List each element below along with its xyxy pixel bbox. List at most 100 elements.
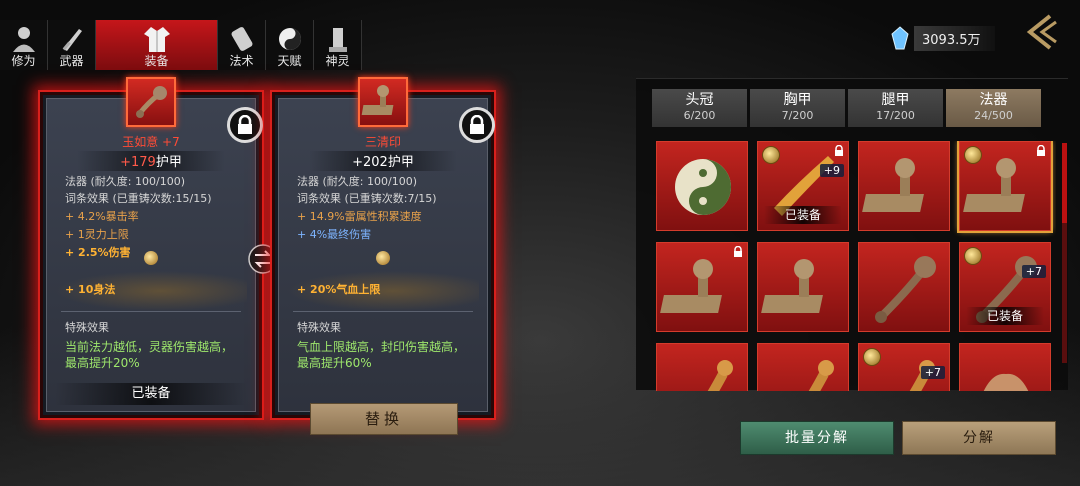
inventory-slot[interactable]: +7 已装备	[959, 242, 1051, 332]
gem-socket-icon	[762, 146, 780, 164]
ruyi-scepter-icon	[136, 86, 167, 118]
sword-icon	[57, 24, 87, 54]
category-count: 17/200	[876, 109, 915, 122]
tab-headgear[interactable]: 头冠 6/200	[652, 89, 747, 127]
special-text: 气血上限越高，封印伤害越高，最高提升60%	[297, 340, 466, 370]
category-count: 7/200	[781, 109, 814, 122]
armor-stat: +202护甲	[309, 151, 457, 171]
lock-icon	[1037, 145, 1045, 156]
affix-line: + 2.5%伤害	[65, 246, 131, 259]
lock-icon	[734, 246, 742, 257]
category-name: 头冠	[685, 92, 714, 108]
tab-cultivation[interactable]: 修为	[0, 20, 48, 70]
equipped-label: 已装备	[966, 307, 1044, 325]
inventory-slot[interactable]	[858, 141, 950, 231]
tab-label: 天赋	[277, 54, 302, 68]
item-name: 玉如意 +7	[122, 135, 180, 149]
spirit-crystal-icon	[891, 26, 909, 50]
inventory-slot[interactable]	[656, 242, 748, 332]
affix-line: + 1灵力上限	[65, 228, 129, 241]
divider	[61, 311, 241, 312]
special-header: 特殊效果	[297, 321, 341, 334]
gem-socket-icon	[863, 348, 881, 366]
special-text: 当前法力越低，灵器伤害越高，最高提升20%	[65, 340, 234, 370]
selected-item-card: 三清印 +202护甲 法器 (耐久度: 100/100) 词条效果 (已重铸次数…	[270, 77, 496, 420]
cultivator-icon	[9, 24, 39, 54]
scroll-icon	[227, 24, 257, 54]
durability-text: 法器 (耐久度: 100/100)	[297, 175, 417, 188]
currency-display: 3093.5万	[890, 25, 995, 51]
decompose-button[interactable]: 分解	[902, 421, 1056, 455]
tab-label: 神灵	[325, 54, 350, 68]
enhance-level-badge: +9	[819, 164, 844, 177]
tab-chest[interactable]: 胸甲 7/200	[750, 89, 845, 127]
tab-deity[interactable]: 神灵	[314, 20, 362, 70]
category-name: 胸甲	[783, 92, 812, 108]
equipped-item-card: 玉如意 +7 +179护甲 法器 (耐久度: 100/100) 词条效果 (已重…	[38, 77, 264, 420]
inventory-panel: 头冠 6/200 胸甲 7/200 腿甲 17/200 法器 24/500 +9…	[636, 78, 1068, 391]
tab-legs[interactable]: 腿甲 17/200	[848, 89, 943, 127]
affix-line: + 4%最终伤害	[297, 228, 372, 241]
item-thumbnail	[358, 77, 408, 127]
inventory-grid: +9 已装备 +7 已装备 +7	[656, 141, 1056, 391]
inventory-slot[interactable]: +7	[858, 343, 950, 391]
bonus-stat: + 20%气血上限	[297, 283, 381, 296]
equipped-label: 已装备	[764, 206, 842, 224]
divider	[293, 311, 473, 312]
tab-spells[interactable]: 法术	[218, 20, 266, 70]
affix-line: + 4.2%暴击率	[65, 210, 139, 223]
back-arrow-icon[interactable]	[1020, 12, 1064, 52]
tab-equipment[interactable]: 装备	[96, 20, 218, 70]
inventory-category-tabs: 头冠 6/200 胸甲 7/200 腿甲 17/200 法器 24/500	[652, 89, 1041, 127]
inventory-slot[interactable]	[656, 343, 748, 391]
yin-yang-disc-icon	[675, 159, 731, 215]
golden-staff-icon	[808, 360, 834, 391]
inventory-slot[interactable]	[757, 343, 849, 391]
inventory-slot[interactable]	[959, 141, 1051, 231]
tab-label: 武器	[59, 54, 84, 68]
armor-stat: +179护甲	[77, 151, 225, 171]
enhance-level-badge: +7	[1021, 265, 1046, 278]
bonus-orb-icon	[144, 251, 158, 265]
inventory-slot[interactable]	[959, 343, 1051, 391]
affix-header: 词条效果 (已重铸次数:7/15)	[297, 192, 437, 205]
yin-yang-icon	[275, 24, 305, 54]
tab-weapon[interactable]: 武器	[48, 20, 96, 70]
currency-amount: 3093.5万	[914, 25, 995, 51]
enhance-level-badge: +7	[920, 366, 945, 379]
tab-label: 修为	[11, 54, 36, 68]
card-body: 玉如意 +7 +179护甲 法器 (耐久度: 100/100) 词条效果 (已重…	[46, 77, 263, 412]
golden-staff-icon	[707, 360, 733, 391]
robe-icon	[142, 24, 172, 54]
category-tabs: 修为 武器 装备 法术 天赋 神灵	[0, 20, 362, 70]
lotus-lamp-icon	[983, 373, 1029, 391]
bonus-stat: + 10身法	[65, 283, 116, 296]
tab-artifact[interactable]: 法器 24/500	[946, 89, 1041, 127]
armor-label: 护甲	[155, 155, 182, 170]
item-thumbnail	[126, 77, 176, 127]
bronze-seal-icon	[761, 259, 823, 313]
inventory-slot[interactable]	[656, 141, 748, 231]
durability-text: 法器 (耐久度: 100/100)	[65, 175, 185, 188]
category-count: 24/500	[974, 109, 1013, 122]
inventory-scroll-thumb[interactable]	[1062, 143, 1067, 223]
tab-label: 装备	[144, 54, 169, 68]
shrine-icon	[323, 24, 353, 54]
affix-header: 词条效果 (已重铸次数:15/15)	[65, 192, 212, 205]
lock-icon	[835, 145, 843, 156]
category-count: 6/200	[683, 109, 716, 122]
gem-socket-icon	[964, 247, 982, 265]
category-name: 腿甲	[881, 92, 910, 108]
inventory-slot[interactable]	[757, 242, 849, 332]
item-name: 三清印	[364, 135, 401, 149]
inventory-slot[interactable]	[858, 242, 950, 332]
category-name: 法器	[979, 92, 1008, 108]
lock-icon	[238, 115, 252, 134]
replace-button[interactable]: 替换	[310, 403, 458, 435]
bronze-seal-icon	[361, 85, 394, 115]
tab-talent[interactable]: 天赋	[266, 20, 314, 70]
inventory-slot[interactable]: +9 已装备	[757, 141, 849, 231]
batch-decompose-button[interactable]: 批量分解	[740, 421, 894, 455]
special-header: 特殊效果	[65, 321, 109, 334]
tab-label: 法术	[229, 54, 254, 68]
